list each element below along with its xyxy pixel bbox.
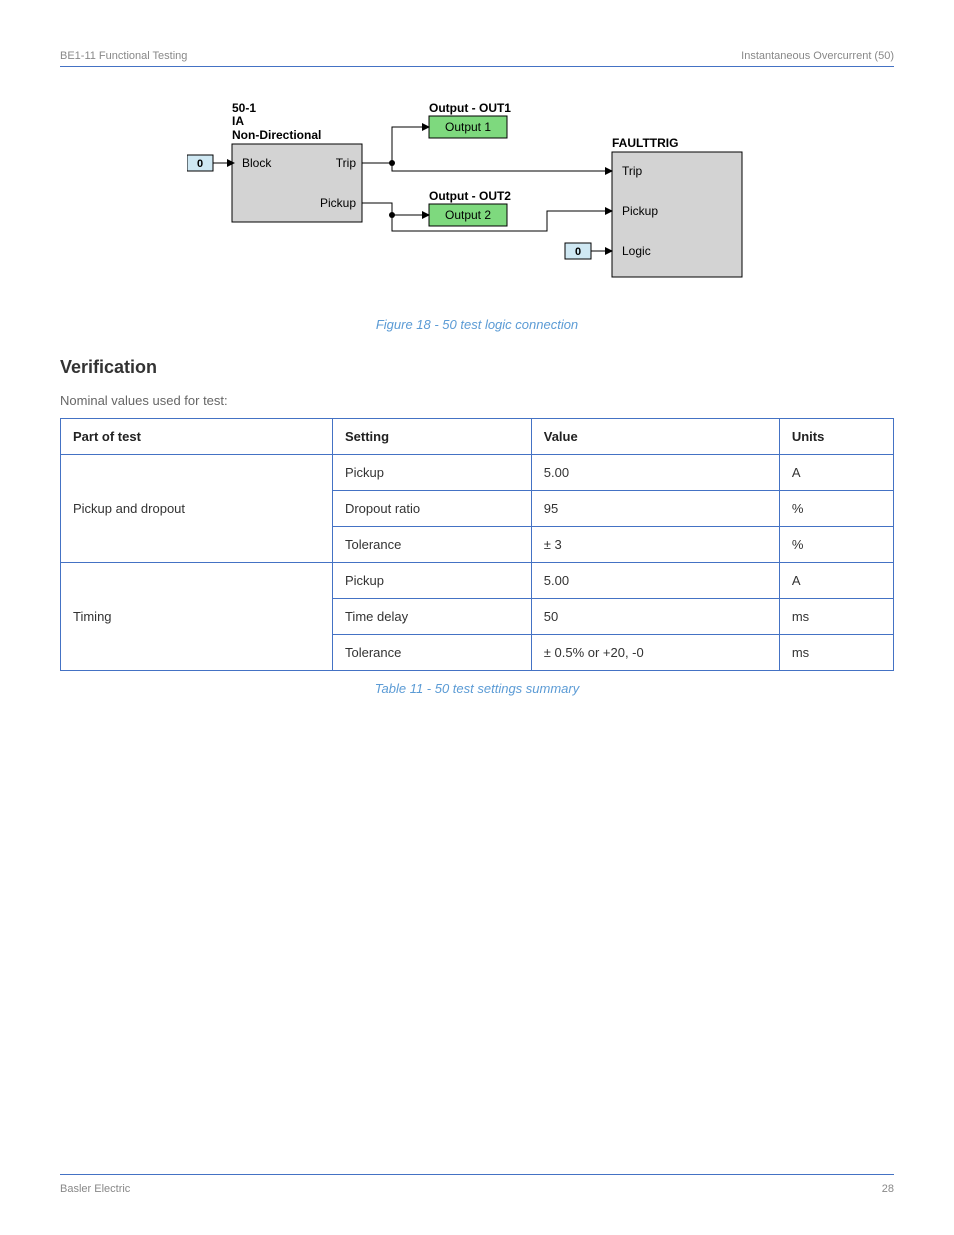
test-settings-label: Nominal values used for test: — [60, 393, 894, 408]
block50-label3: Non-Directional — [232, 128, 321, 142]
output1-label: Output 1 — [445, 120, 491, 134]
wire-trip-out1 — [362, 127, 422, 163]
faulttrig-port-trip: Trip — [622, 164, 643, 178]
setting-cell: Pickup — [332, 455, 531, 491]
table-header-row: Part of test Setting Value Units — [61, 419, 894, 455]
wire-trip-faulttrig — [392, 163, 605, 171]
junction-dot-icon — [389, 212, 395, 218]
col-units: Units — [779, 419, 893, 455]
output2-title: Output - OUT2 — [429, 189, 511, 203]
block50-label2: IA — [232, 114, 244, 128]
header-right: Instantaneous Overcurrent (50) — [741, 50, 894, 62]
block50-label1: 50-1 — [232, 101, 256, 115]
units-cell: ms — [779, 635, 893, 671]
units-cell: ms — [779, 599, 893, 635]
part-cell: Pickup and dropout — [61, 455, 333, 563]
part-cell: Timing — [61, 563, 333, 671]
value-cell: ± 3 — [531, 527, 779, 563]
setting-cell: Pickup — [332, 563, 531, 599]
faulttrig-port-pickup: Pickup — [622, 204, 658, 218]
header-row: BE1-11 Functional Testing Instantaneous … — [60, 50, 894, 62]
block50-input-pin-value: 0 — [197, 158, 203, 170]
setting-cell: Tolerance — [332, 635, 531, 671]
block50-port-block: Block — [242, 156, 272, 170]
test-settings-table: Part of test Setting Value Units Pickup … — [60, 418, 894, 671]
table-caption: Table 11 - 50 test settings summary — [60, 681, 894, 696]
units-cell: % — [779, 491, 893, 527]
units-cell: A — [779, 455, 893, 491]
faulttrig-logic-pin-value: 0 — [575, 246, 581, 258]
faulttrig-port-logic: Logic — [622, 244, 651, 258]
figure-caption: Figure 18 - 50 test logic connection — [60, 317, 894, 332]
value-cell: 95 — [531, 491, 779, 527]
footer-left: Basler Electric — [60, 1183, 130, 1195]
value-cell: 5.00 — [531, 455, 779, 491]
units-cell: % — [779, 527, 893, 563]
setting-cell: Tolerance — [332, 527, 531, 563]
col-value: Value — [531, 419, 779, 455]
table-row: Pickup and dropout Pickup 5.00 A — [61, 455, 894, 491]
header-divider — [60, 66, 894, 67]
value-cell: ± 0.5% or +20, -0 — [531, 635, 779, 671]
block50-port-pickup: Pickup — [320, 196, 356, 210]
junction-dot-icon — [389, 160, 395, 166]
setting-cell: Time delay — [332, 599, 531, 635]
setting-cell: Dropout ratio — [332, 491, 531, 527]
units-cell: A — [779, 563, 893, 599]
table-row: Timing Pickup 5.00 A — [61, 563, 894, 599]
section-verification-title: Verification — [60, 357, 894, 378]
page: BE1-11 Functional Testing Instantaneous … — [0, 0, 954, 1235]
output1-title: Output - OUT1 — [429, 101, 511, 115]
header-left: BE1-11 Functional Testing — [60, 50, 187, 62]
footer-right: 28 — [882, 1183, 894, 1195]
block50-port-trip: Trip — [336, 156, 357, 170]
value-cell: 50 — [531, 599, 779, 635]
col-part: Part of test — [61, 419, 333, 455]
value-cell: 5.00 — [531, 563, 779, 599]
footer: Basler Electric 28 — [60, 1174, 894, 1195]
output2-label: Output 2 — [445, 208, 491, 222]
faulttrig-title: FAULTTRIG — [612, 136, 678, 150]
col-setting: Setting — [332, 419, 531, 455]
logic-diagram: 50-1 IA Non-Directional Block Trip Picku… — [60, 97, 894, 307]
